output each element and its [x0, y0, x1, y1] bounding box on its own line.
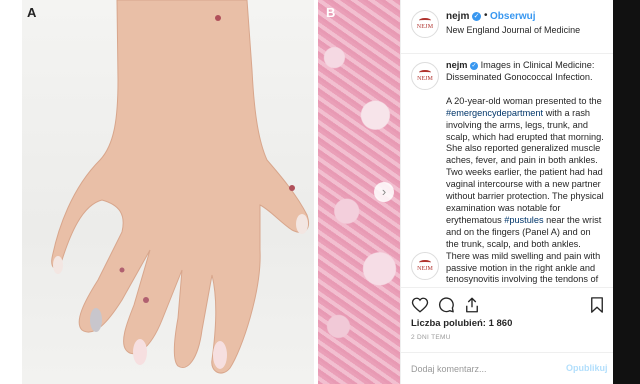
hashtag-link[interactable]: #pustules — [504, 215, 543, 225]
caption-username[interactable]: nejm — [446, 60, 467, 70]
avatar-label: NEJM — [417, 76, 433, 82]
comment-avatar[interactable]: NEJM — [411, 252, 439, 280]
caption-avatar[interactable]: NEJM — [411, 62, 439, 90]
comment-icon[interactable] — [437, 296, 455, 314]
panel-a-label: A — [27, 5, 37, 20]
panel-a-image: A — [22, 0, 314, 384]
action-bar — [401, 287, 614, 321]
username-link[interactable]: nejm — [446, 11, 469, 22]
avatar[interactable]: NEJM — [411, 10, 439, 38]
hand-photo — [51, 0, 309, 374]
verified-badge-icon: ✓ — [470, 61, 479, 70]
nejm-logo-icon — [419, 18, 431, 23]
avatar-label: NEJM — [416, 24, 434, 30]
caption-body-2: with a rash involving the arms, legs, tr… — [446, 107, 604, 225]
caption-body-3: near the wrist and on the fingers (Panel… — [446, 214, 602, 285]
heart-icon[interactable] — [411, 296, 429, 314]
hashtag-link[interactable]: #emergencydepartment — [446, 108, 543, 118]
comment-bar: Opublikuj — [401, 352, 614, 384]
panel-b-label: B — [326, 5, 336, 20]
caption-body-1: A 20-year-old woman presented to the — [446, 95, 602, 106]
caption-text: nejm ✓ Images in Clinical Medicine: Diss… — [446, 60, 604, 286]
post-sidebar: NEJM nejm ✓ • Obserwuj New England Journ… — [400, 0, 614, 384]
post-media: A B › — [0, 0, 400, 384]
post-comment-button[interactable]: Opublikuj — [566, 363, 608, 373]
like-count[interactable]: Liczba polubień: 1 860 — [411, 318, 512, 329]
bookmark-icon[interactable] — [588, 296, 606, 314]
caption-scroll-area[interactable]: NEJM NEJM nejm ✓ Images in Clinical Medi… — [401, 54, 614, 286]
account-subtitle: New England Journal of Medicine — [446, 25, 581, 35]
comment-input[interactable] — [411, 361, 561, 377]
post-header: NEJM nejm ✓ • Obserwuj New England Journ… — [401, 0, 614, 54]
overlay-backdrop[interactable] — [613, 0, 640, 384]
follow-button[interactable]: Obserwuj — [490, 11, 536, 22]
nejm-logo-icon — [419, 260, 431, 265]
nejm-logo-icon — [419, 70, 431, 75]
separator: • — [484, 10, 488, 21]
share-icon[interactable] — [463, 296, 481, 314]
verified-badge-icon: ✓ — [472, 12, 481, 21]
caption-title: Images in Clinical Medicine: Disseminate… — [446, 60, 595, 82]
post-timestamp[interactable]: 2 DNI TEMU — [411, 334, 451, 341]
avatar-label: NEJM — [417, 266, 433, 272]
carousel-next-button[interactable]: › — [374, 182, 394, 202]
